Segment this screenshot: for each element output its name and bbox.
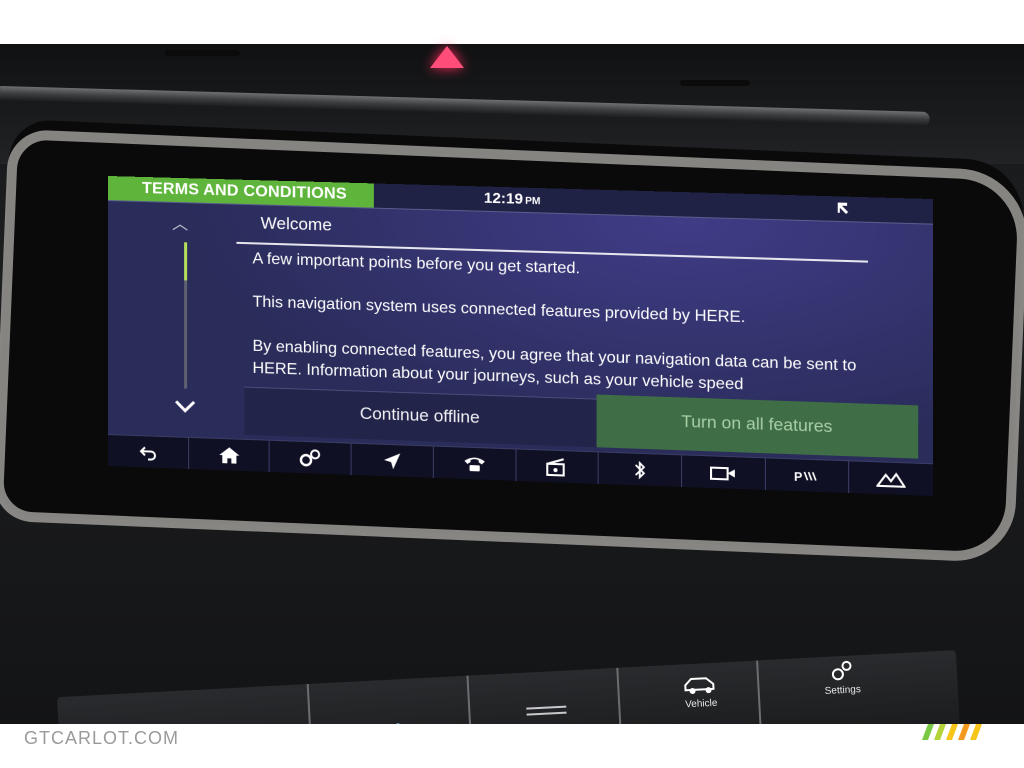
top-border	[0, 0, 1024, 44]
scrollbar-thumb[interactable]	[184, 242, 188, 281]
scroll-up-icon[interactable]: ︿	[172, 210, 188, 235]
hazard-icon[interactable]	[430, 46, 464, 68]
vehicle-icon	[684, 677, 715, 694]
clock-suffix: PM	[525, 195, 541, 208]
vehicle-label: Vehicle	[684, 697, 718, 711]
watermark-logo-icon	[922, 724, 982, 740]
parking-icon[interactable]: P	[765, 458, 850, 493]
terrain-icon[interactable]	[850, 461, 933, 496]
clock: 12:19 PM	[484, 187, 541, 213]
gear-icon	[831, 660, 852, 681]
welcome-heading: Welcome	[260, 213, 332, 235]
settings-label: Settings	[824, 684, 862, 698]
svg-text:P: P	[795, 469, 803, 484]
settings-gears-icon[interactable]	[270, 440, 352, 475]
back-icon[interactable]	[108, 435, 189, 469]
camera-icon[interactable]	[682, 455, 766, 490]
menu-icon[interactable]	[523, 704, 570, 719]
turn-on-all-features-button[interactable]: Turn on all features	[596, 394, 919, 459]
here-text: This navigation system uses connected fe…	[252, 293, 746, 327]
watermark-text: GTCARLOT.COM	[24, 728, 180, 748]
intro-text: A few important points before you get st…	[252, 250, 581, 278]
infotainment-screen: TERMS AND CONDITIONS 12:19 PM ︿ Welcome A…	[108, 176, 933, 497]
clock-time: 12:19	[483, 189, 524, 208]
phone-icon[interactable]	[433, 446, 517, 481]
home-icon[interactable]	[188, 437, 271, 472]
photo: TERMS AND CONDITIONS 12:19 PM ︿ Welcome A…	[0, 0, 1024, 768]
vent-slot	[165, 50, 240, 56]
settings-button[interactable]: Settings	[806, 658, 878, 698]
pin-arrow-icon[interactable]	[835, 200, 852, 217]
vehicle-button[interactable]: Vehicle	[665, 674, 737, 712]
vent-slot	[680, 80, 750, 86]
media-icon[interactable]	[516, 449, 599, 484]
continue-offline-button[interactable]: Continue offline	[244, 386, 597, 448]
bluetooth-icon[interactable]	[598, 452, 683, 487]
navigation-icon[interactable]	[351, 443, 434, 478]
console-divider	[756, 660, 762, 731]
scroll-down-icon[interactable]	[174, 394, 196, 419]
